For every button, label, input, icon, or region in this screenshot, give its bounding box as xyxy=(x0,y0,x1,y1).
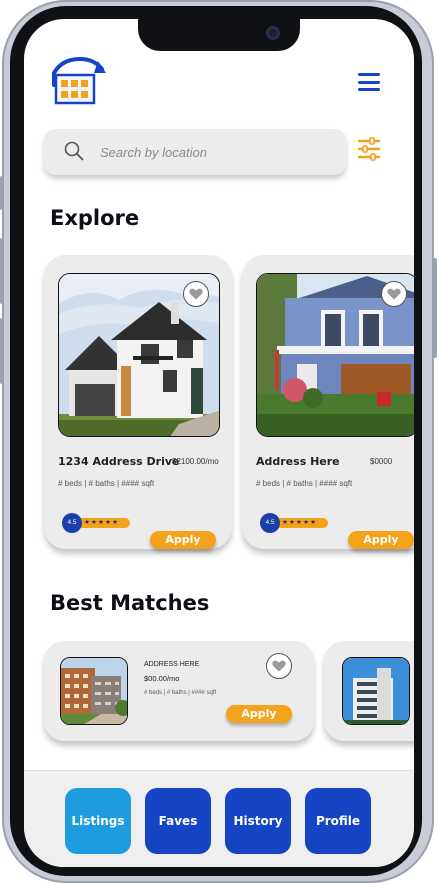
listing-card[interactable]: Address Here $0000 # beds | # baths | ##… xyxy=(242,255,414,549)
match-photo xyxy=(342,657,410,725)
camera-icon xyxy=(266,26,280,40)
search-bar[interactable] xyxy=(44,129,346,175)
house-refresh-logo[interactable] xyxy=(48,55,108,107)
favorite-button[interactable] xyxy=(266,653,292,679)
heart-icon xyxy=(387,288,401,300)
listing-price: $2100.00/mo xyxy=(172,457,219,466)
apply-button[interactable]: Apply xyxy=(226,705,292,723)
match-details: # beds | # baths | #### sqft xyxy=(144,690,217,696)
apply-button[interactable]: Apply xyxy=(150,531,216,549)
side-button xyxy=(0,238,4,304)
heart-icon xyxy=(272,660,286,672)
nav-faves-button[interactable]: Faves xyxy=(145,788,211,854)
nav-profile-button[interactable]: Profile xyxy=(305,788,371,854)
listing-card[interactable]: 1234 Address Drive $2100.00/mo # beds | … xyxy=(44,255,232,549)
match-price: $00.00/mo xyxy=(144,674,180,683)
rating-value: 4.5 xyxy=(260,513,280,533)
favorite-button[interactable] xyxy=(183,281,209,307)
listing-address: 1234 Address Drive xyxy=(58,455,180,468)
search-icon xyxy=(64,141,84,161)
hamburger-menu-icon[interactable] xyxy=(358,73,380,91)
favorite-button[interactable] xyxy=(381,281,407,307)
nav-listings-button[interactable]: Listings xyxy=(65,788,131,854)
match-address: ADDRESS HERE xyxy=(144,661,200,668)
side-button xyxy=(433,258,437,358)
rating-value: 4.5 xyxy=(62,513,82,533)
listing-details: # beds | # baths | #### sqft xyxy=(256,479,353,488)
bottom-navigation: Listings Faves History Profile xyxy=(24,770,414,867)
explore-title: Explore xyxy=(50,206,140,230)
best-matches-title: Best Matches xyxy=(50,591,210,615)
match-card[interactable]: ADDRESS HERE $00.00/mo # beds | # baths … xyxy=(44,641,314,741)
match-photo xyxy=(60,657,128,725)
listing-price: $0000 xyxy=(370,457,393,466)
heart-icon xyxy=(189,288,203,300)
app-screen: Explore xyxy=(24,19,414,867)
match-card[interactable] xyxy=(324,641,414,741)
side-button xyxy=(0,318,4,384)
side-button xyxy=(0,176,4,210)
nav-history-button[interactable]: History xyxy=(225,788,291,854)
sliders-icon[interactable] xyxy=(358,137,380,161)
search-input[interactable] xyxy=(100,142,330,162)
phone-notch xyxy=(138,19,300,51)
listing-details: # beds | # baths | #### sqft xyxy=(58,479,155,488)
apply-button[interactable]: Apply xyxy=(348,531,414,549)
listing-address: Address Here xyxy=(256,455,340,468)
